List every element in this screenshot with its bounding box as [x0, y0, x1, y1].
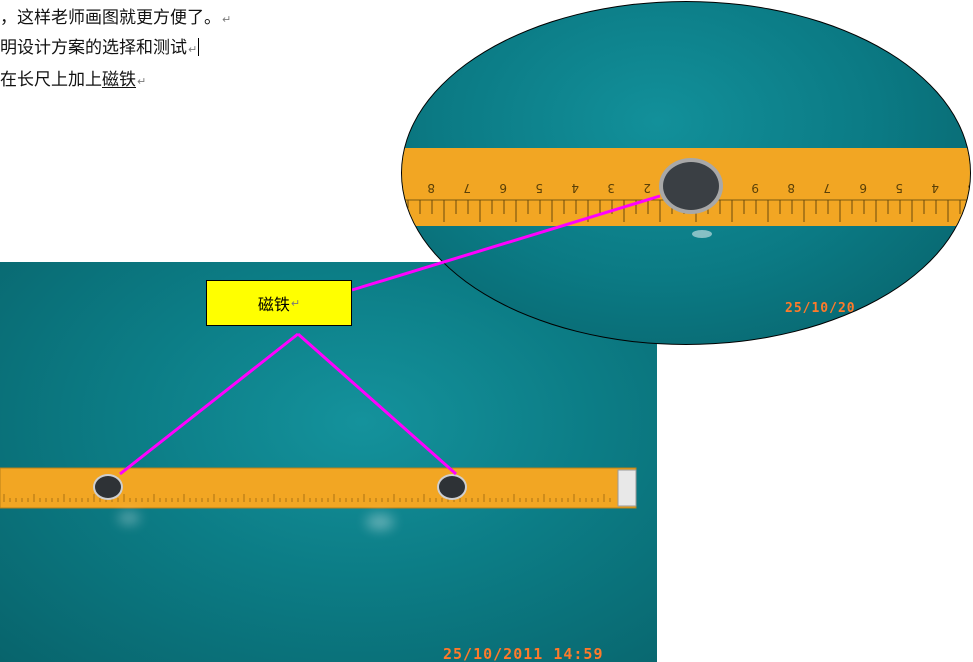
- zoom-ruler-digit: 6: [859, 181, 867, 195]
- paragraph-mark-icon: ↵: [188, 43, 198, 56]
- light-reflection: [366, 514, 394, 530]
- photo-timestamp: 25/10/2011 14:59: [443, 645, 604, 662]
- zoom-ruler-digit: 8: [427, 181, 435, 195]
- doc-line-3-underlined-text: 磁铁: [102, 70, 136, 90]
- zoom-ruler-digit: 9: [751, 181, 759, 195]
- zoom-ruler-digit: 3: [967, 181, 970, 195]
- paragraph-mark-icon: ↵: [222, 13, 232, 26]
- zoom-ruler-digit: 8: [787, 181, 795, 195]
- zoom-ruler-digit: 6: [499, 181, 507, 195]
- magnet-left-icon: [95, 476, 121, 498]
- zoom-ruler-digit: 5: [535, 181, 543, 195]
- doc-line-1-text: ，这样老师画图就更方便了。: [0, 8, 221, 28]
- zoom-ruler-digit: 7: [823, 181, 831, 195]
- doc-line-3: 在长尺上加上磁铁↵: [0, 70, 146, 92]
- callout-magnet-label: 磁铁 ↵: [206, 280, 352, 326]
- zoom-photo-timestamp: 25/10/20: [785, 301, 856, 316]
- ruler-end-cap: [617, 469, 637, 507]
- doc-line-2-text: 明设计方案的选择和测试: [0, 38, 187, 58]
- doc-line-2: 明设计方案的选择和测试↵: [0, 38, 200, 60]
- zoom-photo-graphic: 8765432109876543: [402, 148, 970, 238]
- photo-zoom-magnet[interactable]: 8765432109876543 25/10/20: [401, 1, 971, 345]
- zoom-ruler-digit: 4: [931, 181, 939, 195]
- light-reflection: [118, 512, 140, 524]
- zoom-ruler-digit: 2: [643, 181, 651, 195]
- callout-text: 磁铁: [257, 295, 290, 314]
- paragraph-mark-icon: ↵: [137, 75, 147, 88]
- zoom-light-reflection: [692, 230, 712, 238]
- doc-line-1: ，这样老师画图就更方便了。↵: [0, 8, 231, 30]
- zoom-magnet-icon: [663, 162, 719, 210]
- magnet-right-icon: [439, 476, 465, 498]
- zoom-ruler-digit: 4: [571, 181, 579, 195]
- zoom-ruler-digit: 5: [895, 181, 903, 195]
- doc-line-3-text: 在长尺上加上: [0, 70, 102, 90]
- paragraph-mark-icon: ↵: [290, 296, 301, 310]
- text-cursor-icon: [198, 38, 200, 56]
- zoom-ruler-digit: 3: [607, 181, 615, 195]
- zoom-ruler-digit: 7: [463, 181, 471, 195]
